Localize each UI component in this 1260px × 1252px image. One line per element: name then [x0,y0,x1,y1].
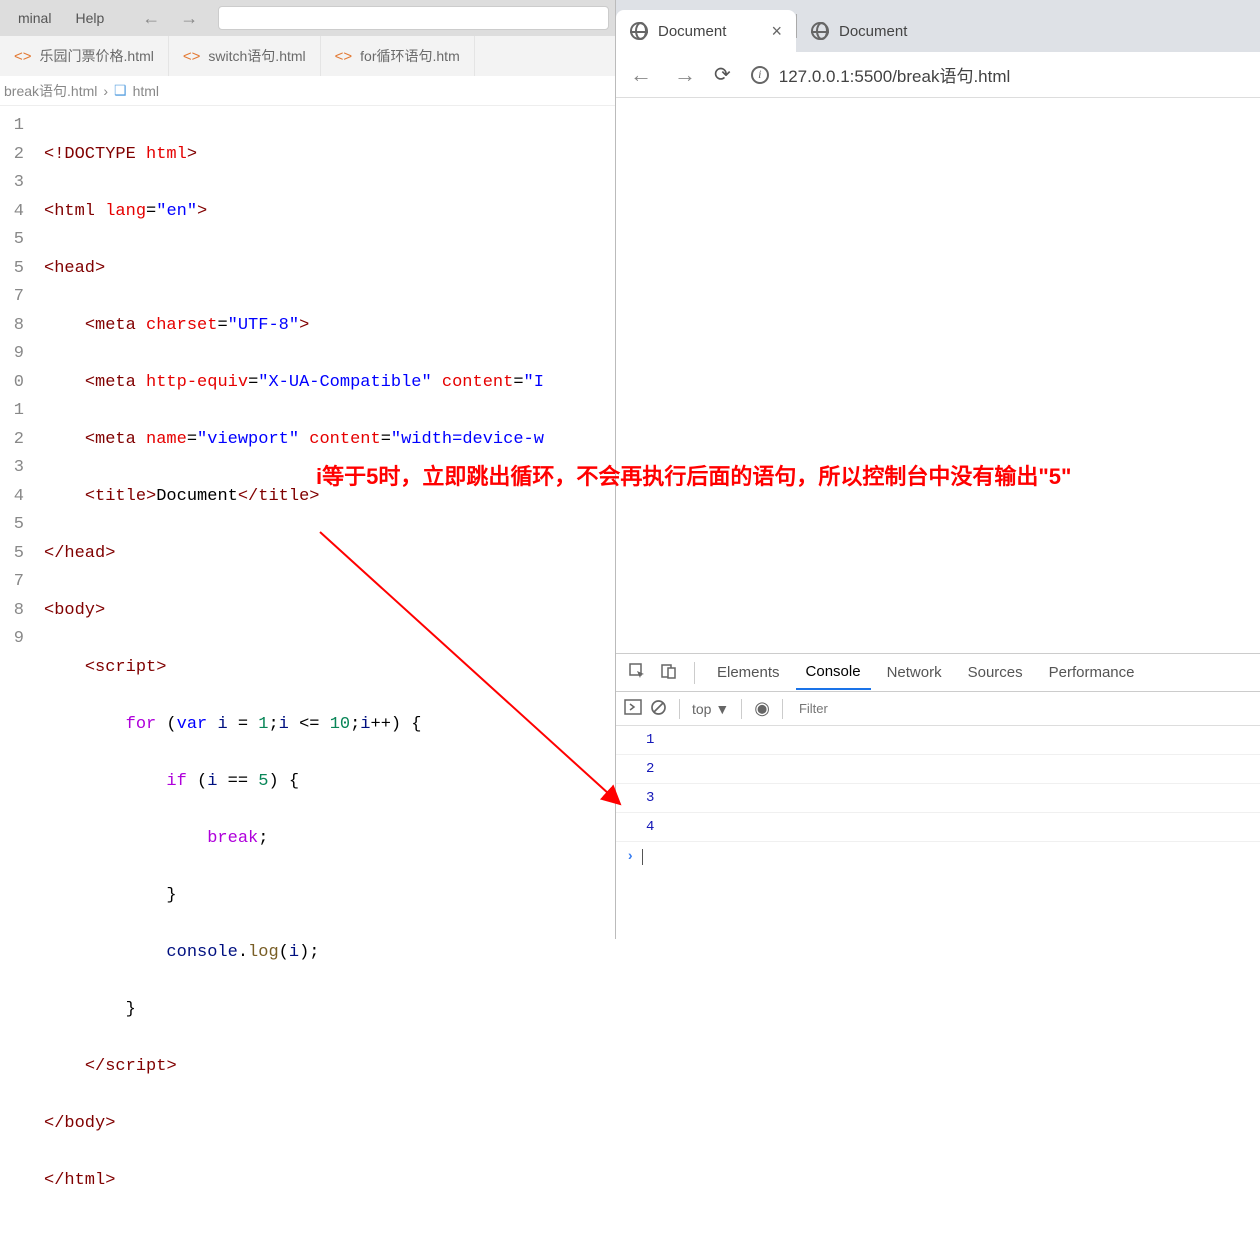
annotation-text: i等于5时，立即跳出循环，不会再执行后面的语句，所以控制台中没有输出"5" [316,460,1226,494]
text-cursor [642,849,643,865]
file-tab-label: switch语句.html [208,46,305,66]
context-selector[interactable]: top ▼ [692,701,729,717]
file-tab-label: for循环语句.htm [360,46,460,66]
nav-forward-icon[interactable]: → [180,8,198,29]
console-sidebar-toggle-icon[interactable] [624,699,642,718]
console-toolbar: top ▼ ◉ [616,692,1260,726]
url-text: 127.0.0.1:5500/break语句.html [779,62,1011,87]
site-info-icon[interactable]: i [751,66,769,84]
vscode-menubar: minal Help ← → [0,0,615,36]
breadcrumb-file: break语句.html [4,81,97,101]
devtools-tab-network[interactable]: Network [877,656,952,689]
back-button-icon[interactable]: ← [626,58,656,92]
browser-tab-title: Document [658,23,726,40]
globe-icon [811,22,829,40]
html-file-icon: <> [335,48,353,65]
browser-toolbar: ← → ⟳ i 127.0.0.1:5500/break语句.html [616,52,1260,98]
browser-tab[interactable]: Document [797,10,977,52]
html-file-icon: <> [183,48,201,65]
forward-button-icon[interactable]: → [670,58,700,92]
console-prompt[interactable]: › [616,842,1260,871]
symbol-icon: ❑ [114,82,127,99]
live-expression-icon[interactable]: ◉ [754,698,770,719]
code-content: <!DOCTYPE html> <html lang="en"> <head> … [44,112,544,1252]
globe-icon [630,22,648,40]
device-toggle-icon[interactable] [656,658,682,688]
devtools-panel: Elements Console Network Sources Perform… [616,653,1260,939]
console-filter-input[interactable] [795,698,1252,720]
editor-tabs: <> 乐园门票价格.html <> switch语句.html <> for循环… [0,36,615,76]
devtools-tab-sources[interactable]: Sources [958,656,1033,689]
browser-tabs: Document × Document [616,0,1260,52]
devtools-tab-elements[interactable]: Elements [707,656,790,689]
devtools-tab-performance[interactable]: Performance [1039,656,1145,689]
clear-console-icon[interactable] [650,699,667,719]
file-tab[interactable]: <> switch语句.html [169,36,321,76]
breadcrumb-symbol: html [133,83,159,99]
file-tab[interactable]: <> for循环语句.htm [321,36,475,76]
nav-back-icon[interactable]: ← [142,8,160,29]
address-bar[interactable]: i 127.0.0.1:5500/break语句.html [751,62,1011,87]
breadcrumb[interactable]: break语句.html › ❑ html [0,76,615,106]
devtools-tab-console[interactable]: Console [796,655,871,690]
page-viewport [616,98,1260,653]
html-file-icon: <> [14,48,32,65]
devtools-tabbar: Elements Console Network Sources Perform… [616,654,1260,692]
close-icon[interactable]: × [771,21,782,42]
file-tab[interactable]: <> 乐园门票价格.html [0,36,169,76]
browser-tab[interactable]: Document × [616,10,796,52]
prompt-caret-icon: › [626,849,634,865]
console-log-row: 4 [616,813,1260,842]
command-center-search[interactable] [218,6,609,30]
console-log-row: 2 [616,755,1260,784]
line-gutter: 1234557890123455789 [0,106,30,654]
menu-help[interactable]: Help [63,10,116,26]
inspect-icon[interactable] [624,658,650,688]
browser-tab-title: Document [839,23,907,40]
code-editor[interactable]: 1234557890123455789 <!DOCTYPE html> <htm… [0,106,615,939]
file-tab-label: 乐园门票价格.html [40,46,154,66]
menu-terminal[interactable]: minal [6,10,63,26]
reload-button-icon[interactable]: ⟳ [714,62,731,87]
console-output: 1 2 3 4 › [616,726,1260,871]
console-log-row: 1 [616,726,1260,755]
chevron-right-icon: › [103,83,108,99]
console-log-row: 3 [616,784,1260,813]
